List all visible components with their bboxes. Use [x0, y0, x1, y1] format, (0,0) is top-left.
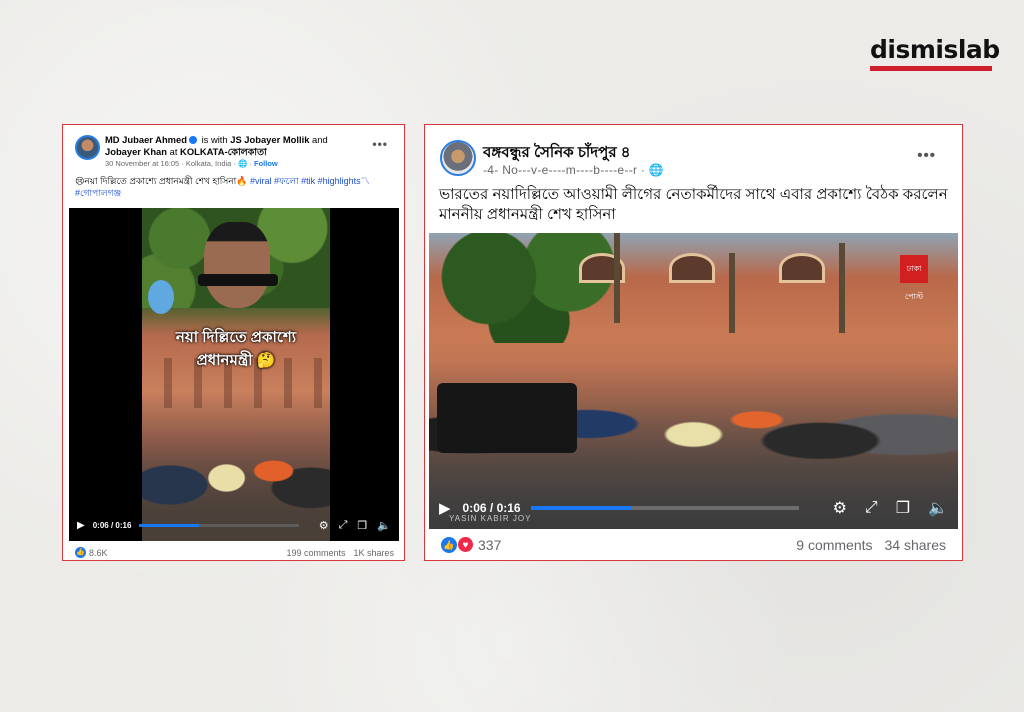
settings-icon[interactable]: ⚙ [833, 498, 847, 518]
facebook-post-2: বঙ্গবন্ধুর সৈনিক চাঁদপুর ৪ -4- No---v-e-… [424, 124, 963, 561]
share-count[interactable]: 34 shares [885, 537, 946, 553]
video-person [204, 222, 270, 308]
post-footer: 👍 8.6K 199 comments 1K shares [75, 547, 394, 558]
author-name[interactable]: MD Jubaer Ahmed [105, 134, 187, 145]
verified-badge-icon [188, 136, 197, 144]
settings-icon[interactable]: ⚙ [319, 519, 329, 532]
video-controls: ▶ 0:06 / 0:16 ⚙ ⤢ ❐ 🔈 [69, 515, 399, 535]
fullscreen-icon[interactable]: ⤢ [339, 519, 348, 532]
and-label: and [312, 134, 328, 145]
play-icon[interactable]: ▶ [439, 499, 451, 517]
video-time: 0:06 / 0:16 [92, 520, 132, 530]
reaction-count[interactable]: 337 [478, 537, 501, 553]
location-link[interactable]: KOLKATA-কোলকাতা [180, 146, 267, 157]
pip-icon[interactable]: ❐ [896, 498, 910, 518]
hashtag[interactable]: #highlights〽 [318, 176, 370, 186]
video-player[interactable]: নয়া দিল্লিতে প্রকাশ্যে প্রধানমন্ত্রী 🤔 … [69, 208, 399, 541]
more-icon[interactable]: ••• [372, 137, 388, 151]
progress-bar[interactable] [530, 506, 799, 510]
tagged-user-1[interactable]: JS Jobayer Mollik [230, 134, 309, 145]
video-overlay-line-1: নয়া দিল্লিতে প্রকাশ্যে [175, 329, 297, 346]
video-player[interactable]: ঢাকা পোস্ট YASIN KABIR JOY ▶ 0:06 / 0:16… [429, 233, 958, 529]
dismislab-logo: dismislab [870, 35, 1000, 71]
timestamp: -4- No---v-e----m----b----e--r · [483, 163, 646, 177]
like-icon: 👍 [75, 547, 86, 558]
globe-icon: 🌐 [648, 163, 665, 177]
play-icon[interactable]: ▶ [77, 520, 85, 531]
facebook-post-1: MD Jubaer Ahmed is with JS Jobayer Molli… [62, 124, 405, 561]
page-avatar[interactable] [440, 140, 476, 176]
reaction-count[interactable]: 8.6K [89, 548, 108, 558]
post-header: MD Jubaer Ahmed is with JS Jobayer Molli… [105, 134, 365, 158]
like-icon: 👍 [441, 536, 457, 553]
progress-bar[interactable] [139, 523, 299, 527]
share-count[interactable]: 1K shares [353, 548, 394, 558]
sticker [148, 280, 174, 314]
author-avatar[interactable] [75, 135, 100, 160]
hashtag[interactable]: #ফলো [274, 176, 299, 186]
post-meta: -4- No---v-e----m----b----e--r · 🌐 [483, 163, 664, 177]
volume-icon[interactable]: 🔈 [377, 519, 391, 532]
building-arch [669, 253, 715, 283]
timestamp: 30 November at 16:05 · Kolkata, India · [105, 159, 236, 168]
volume-icon[interactable]: 🔈 [928, 498, 948, 518]
pip-icon[interactable]: ❐ [357, 519, 367, 532]
caption-text: 😢নয়া দিল্লিতে প্রকাশ্যে প্রধানমন্ত্রী শ… [75, 176, 248, 186]
post-meta: 30 November at 16:05 · Kolkata, India · … [105, 159, 278, 168]
brand-name: dismislab [870, 35, 1000, 64]
brand-underline [870, 66, 992, 71]
follow-button[interactable]: Follow [254, 159, 278, 168]
post-caption: ভারতের নয়াদিল্লিতে আওয়ামী লীগের নেতাকর… [439, 186, 948, 223]
comment-count[interactable]: 199 comments [286, 548, 345, 558]
post-caption: 😢নয়া দিল্লিতে প্রকাশ্যে প্রধানমন্ত্রী শ… [75, 175, 395, 199]
hashtag[interactable]: #viral [250, 176, 272, 186]
with-label: is with [201, 134, 228, 145]
more-icon[interactable]: ••• [917, 147, 936, 164]
channel-logo: ঢাকা পোস্ট [900, 255, 928, 301]
globe-icon: 🌐 [238, 159, 248, 168]
sunglasses [198, 274, 278, 286]
progress-fill [139, 523, 200, 527]
video-time: 0:06 / 0:16 [462, 501, 521, 515]
tagged-user-2[interactable]: Jobayer Khan [105, 146, 167, 157]
at-label: at [169, 146, 178, 157]
hashtag[interactable]: #গোপালগঞ্জ [75, 188, 121, 198]
building-arch [779, 253, 825, 283]
tv-camera [437, 383, 577, 453]
fullscreen-icon[interactable]: ⤢ [865, 499, 878, 517]
progress-fill [530, 506, 632, 510]
palm-tree [614, 233, 620, 323]
post-footer: 👍 ♥ 337 9 comments 34 shares [441, 536, 946, 553]
video-controls: ▶ 0:06 / 0:16 ⚙ ⤢ ❐ 🔈 [429, 495, 958, 521]
video-overlay-line-2: প্রধানমন্ত্রী 🤔 [196, 352, 276, 369]
hashtag[interactable]: #tik [301, 176, 315, 186]
comment-count[interactable]: 9 comments [796, 537, 872, 553]
video-frame: নয়া দিল্লিতে প্রকাশ্যে প্রধানমন্ত্রী 🤔 [142, 208, 330, 541]
heart-icon: ♥ [457, 536, 474, 553]
